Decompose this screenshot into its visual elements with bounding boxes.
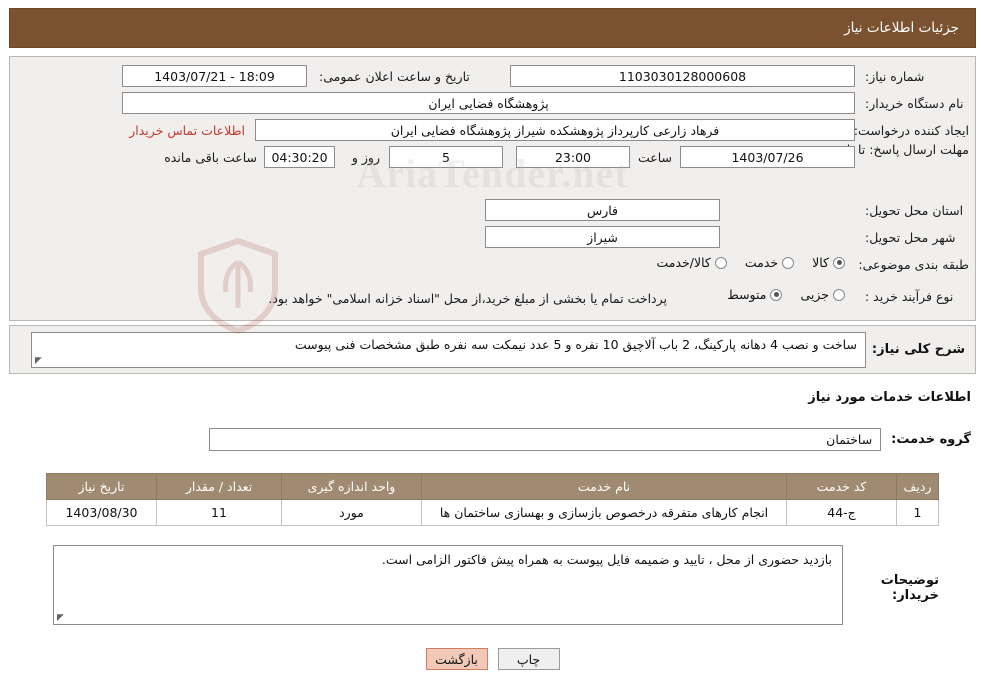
need-info-panel: شماره نیاز: 1103030128000608 تاریخ و ساع… [9,56,976,321]
process-option-0[interactable]: جزیی [800,287,845,302]
deadline-hour-label: ساعت [637,150,672,165]
announce-datetime-value: 18:09 - 1403/07/21 [122,65,307,87]
buyer-notes-label: توضیحات خریدار: [880,573,939,603]
table-header-row: ردیف کد خدمت نام خدمت واحد اندازه گیری ت… [46,473,939,500]
remaining-time: 04:30:20 [264,146,335,168]
category-option-1[interactable]: خدمت [744,255,795,270]
services-table-head: ردیف کد خدمت نام خدمت واحد اندازه گیری ت… [46,473,939,500]
category-option-1-label: خدمت [744,255,779,270]
city-value: شیراز [485,226,720,248]
th-row-index: ردیف [896,473,939,500]
resize-handle-icon[interactable]: ◥ [35,356,42,366]
general-description-value: ساخت و نصب 4 دهانه پارکینگ، 2 باب آلاچیق… [294,336,857,352]
process-option-0-label: جزیی [800,287,829,302]
cell-quantity: 11 [156,499,282,526]
category-option-2-label: کالا/خدمت [656,255,711,270]
print-button[interactable]: چاپ [497,648,560,670]
th-need-date: تاریخ نیاز [46,473,157,500]
radio-dot-icon [782,256,795,269]
cell-unit: مورد [281,499,422,526]
remaining-suffix: ساعت باقی مانده [164,150,257,165]
general-description-band: شرح کلی نیاز: ساخت و نصب 4 دهانه پارکینگ… [9,325,976,374]
creator-label: ایجاد کننده درخواست: [853,123,969,138]
buyer-org-value: پژوهشگاه فضایی ایران [122,92,855,114]
cell-service-code: ج-44 [786,499,897,526]
cell-need-date: 1403/08/30 [46,499,157,526]
footer-actions: چاپ بازگشت [0,648,985,670]
back-button[interactable]: بازگشت [425,648,488,670]
radio-dot-icon [833,256,845,269]
services-section-title: اطلاعات خدمات مورد نیاز [808,390,971,405]
creator-value: فرهاد زارعی کارپرداز پژوهشکده شیراز پژوه… [255,119,855,141]
cell-service-name: انجام کارهای متفرقه درخصوص بازسازی و بهس… [421,499,787,526]
general-description-textarea[interactable]: ساخت و نصب 4 دهانه پارکینگ، 2 باب آلاچیق… [30,331,866,368]
category-option-0[interactable]: کالا [812,255,845,270]
announce-datetime-label: تاریخ و ساعت اعلان عمومی: [319,69,470,84]
buyer-notes-row: توضیحات خریدار: بازدید حضوری از محل ، تا… [46,545,939,627]
remaining-days: 5 [389,146,503,168]
deadline-label: مهلت ارسال پاسخ: تا تاریخ: [824,142,969,157]
category-label: طبقه بندی موضوعی: [858,257,969,272]
process-radio-group: جزیی متوسط [709,287,845,302]
services-table: ردیف کد خدمت نام خدمت واحد اندازه گیری ت… [46,473,939,526]
th-service-name: نام خدمت [421,473,787,500]
remaining-days-label: روز و [351,150,380,165]
process-label: نوع فرآیند خرید : [865,289,954,304]
province-value: فارس [485,199,720,221]
page-root: جزئیات اطلاعات نیاز شماره نیاز: 11030301… [0,0,985,691]
process-note: پرداخت تمام یا بخشی از مبلغ خرید،از محل … [268,291,667,306]
th-unit: واحد اندازه گیری [281,473,422,500]
process-option-1[interactable]: متوسط [727,287,783,302]
services-table-body: 1 ج-44 انجام کارهای متفرقه درخصوص بازساز… [46,499,939,526]
service-group-row: گروه خدمت: ساختمان [209,428,971,451]
category-option-0-label: کالا [812,255,829,270]
cell-row-index: 1 [896,499,939,526]
need-number-label: شماره نیاز: [865,69,925,84]
th-quantity: تعداد / مقدار [156,473,282,500]
process-option-1-label: متوسط [727,287,767,302]
province-label: استان محل تحویل: [865,203,964,218]
general-description-label: شرح کلی نیاز: [871,342,965,357]
category-radio-group: کالا خدمت کالا/خدمت [638,255,845,270]
buyer-org-label: نام دستگاه خریدار: [865,96,964,111]
category-option-2[interactable]: کالا/خدمت [656,255,727,270]
city-label: شهر محل تحویل: [865,230,956,245]
resize-handle-icon[interactable]: ◥ [57,613,64,623]
buyer-contact-link[interactable]: اطلاعات تماس خریدار [129,123,245,138]
services-table-wrapper: ردیف کد خدمت نام خدمت واحد اندازه گیری ت… [46,473,939,526]
buyer-notes-textarea[interactable]: بازدید حضوری از محل ، تایید و ضمیمه فایل… [53,545,843,625]
service-group-label: گروه خدمت: [891,432,971,447]
service-group-value: ساختمان [209,428,882,451]
th-service-code: کد خدمت [786,473,897,500]
radio-dot-icon [770,288,783,301]
buyer-notes-value: بازدید حضوری از محل ، تایید و ضمیمه فایل… [381,552,832,567]
table-row: 1 ج-44 انجام کارهای متفرقه درخصوص بازساز… [46,499,939,526]
deadline-hour: 23:00 [516,146,630,168]
radio-dot-icon [833,288,845,301]
page-header: جزئیات اطلاعات نیاز [9,8,976,48]
deadline-date: 1403/07/26 [680,146,855,168]
need-number-value: 1103030128000608 [510,65,855,87]
radio-dot-icon [714,256,727,269]
page-title: جزئیات اطلاعات نیاز [844,20,959,36]
